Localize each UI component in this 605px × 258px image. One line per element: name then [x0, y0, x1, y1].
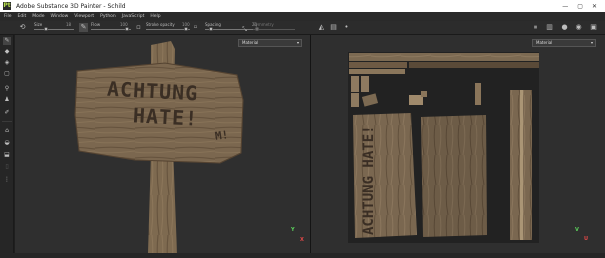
lazy-mouse-icon[interactable]: ⤡ [240, 25, 249, 34]
uv-sign-text: ACHTUNG HATE! [361, 125, 377, 235]
uv-piece-7 [475, 83, 481, 105]
axis-y-label: Y [291, 227, 295, 233]
smudge-icon[interactable]: ⚲ [3, 85, 11, 93]
symmetry-slider-knob[interactable] [255, 27, 259, 31]
material-icon[interactable]: ◒ [3, 139, 11, 147]
pause-icon[interactable]: ⏸ [531, 23, 540, 32]
size-value[interactable]: 18 [66, 22, 71, 27]
uv-strip-c [349, 69, 405, 74]
menu-javascript[interactable]: JavaScript [122, 14, 145, 19]
uv-piece-3 [351, 93, 359, 107]
brush-settings-icon[interactable]: ⟲ [18, 23, 27, 32]
uv-strip-top [349, 53, 539, 61]
menu-python[interactable]: Python [100, 14, 116, 19]
axis-v-label: V [575, 227, 579, 233]
uv-tool-icon[interactable]: ⬓ [3, 151, 11, 159]
mirror-icon[interactable]: ▤ [329, 23, 338, 32]
menu-viewport[interactable]: Viewport [74, 14, 94, 19]
settings-icon[interactable]: ⋮ [3, 176, 11, 184]
flow-pressure-icon[interactable]: ▫ [134, 23, 143, 32]
context-toolbar: ⟲ Size 18 ✎ Flow 100 ▫ Stroke opacity 10… [0, 21, 605, 35]
maximize-button[interactable]: ▢ [577, 3, 583, 10]
spacing-slider[interactable] [205, 27, 257, 31]
flow-slider[interactable] [91, 27, 131, 31]
uv-piece-4 [361, 93, 379, 107]
menu-edit[interactable]: Edit [18, 14, 27, 19]
pen-pressure-icon[interactable]: ✎ [79, 23, 88, 32]
close-button[interactable]: ✕ [592, 3, 597, 10]
camera-icon[interactable]: ● [560, 23, 569, 32]
uv-piece-1 [351, 76, 359, 92]
size-label: Size [34, 22, 43, 27]
render-icon[interactable]: ◉ [574, 23, 583, 32]
uv-piece-5 [409, 95, 423, 105]
minimize-button[interactable]: — [562, 3, 568, 10]
sign-text-line2: HATE! [132, 103, 199, 131]
symmetry-slider[interactable] [253, 27, 295, 31]
flow-label: Flow [91, 22, 101, 27]
menu-mode[interactable]: Mode [32, 14, 44, 19]
window-title: Adobe Substance 3D Painter - Schild [16, 2, 126, 10]
disabled-tool-icon: ▯ [5, 163, 9, 170]
title-bar: Pt Adobe Substance 3D Painter - Schild —… [0, 0, 605, 12]
spacing-slider-knob[interactable] [209, 27, 213, 31]
uv-piece-2 [361, 76, 369, 92]
stroke-opacity-label: Stroke opacity [146, 22, 175, 27]
sign-small-text: M! [214, 128, 230, 143]
uv-strip-b [409, 62, 539, 68]
viewport-3d[interactable]: Material ▾ ACHTUNG HATE! M! Y X [15, 35, 310, 253]
tool-column: ✎ ◆ ◈ ▢ ⚲ ♟ ✐ ⌂ ◒ ⬓ ▯ ⋮ [0, 35, 14, 258]
uv-piece-6 [421, 91, 427, 97]
screenshot-icon[interactable]: ▣ [589, 23, 598, 32]
size-slider[interactable] [34, 27, 74, 31]
stroke-opacity-knob[interactable] [184, 27, 188, 31]
app-icon: Pt [3, 2, 11, 10]
symmetry-icon[interactable]: ◭ [317, 23, 326, 32]
stroke-opacity-slider[interactable] [146, 27, 190, 31]
menu-window[interactable]: Window [51, 14, 69, 19]
menu-help[interactable]: Help [150, 14, 160, 19]
uv-post-highlight [520, 90, 523, 240]
uv-layout [349, 53, 539, 240]
viewport-2d[interactable]: Material ▾ ACHTUNG HATE! V U [311, 35, 605, 253]
paint-brush-icon[interactable]: ✎ [3, 37, 11, 45]
projection-icon[interactable]: ◈ [3, 59, 11, 67]
status-bar [0, 253, 605, 258]
symmetry-label: Symmetry [253, 22, 274, 27]
polygon-fill-icon[interactable]: ▢ [3, 70, 11, 78]
bake-icon[interactable]: ⌂ [3, 127, 11, 135]
dot-icon[interactable]: • [342, 23, 351, 32]
clone-icon[interactable]: ♟ [3, 96, 11, 104]
uv-strip-a [349, 62, 407, 68]
sign-text-line1: ACHTUNG [106, 76, 199, 106]
sign-model [74, 41, 244, 253]
eraser-icon[interactable]: ◆ [3, 48, 11, 56]
menu-bar: File Edit Mode Window Viewport Python Ja… [0, 12, 605, 21]
size-param: Size [34, 22, 42, 27]
flow-slider-knob[interactable] [125, 27, 129, 31]
spacing-label: Spacing [205, 22, 221, 27]
size-slider-knob[interactable] [44, 27, 48, 31]
color-picker-icon[interactable]: ✐ [3, 109, 11, 117]
menu-file[interactable]: File [4, 14, 12, 19]
axis-u-label: U [584, 236, 589, 242]
opacity-pressure-icon[interactable]: ▫ [191, 23, 200, 32]
view-layout-icon[interactable]: ▥ [545, 23, 554, 32]
axis-x-label: X [300, 237, 304, 243]
